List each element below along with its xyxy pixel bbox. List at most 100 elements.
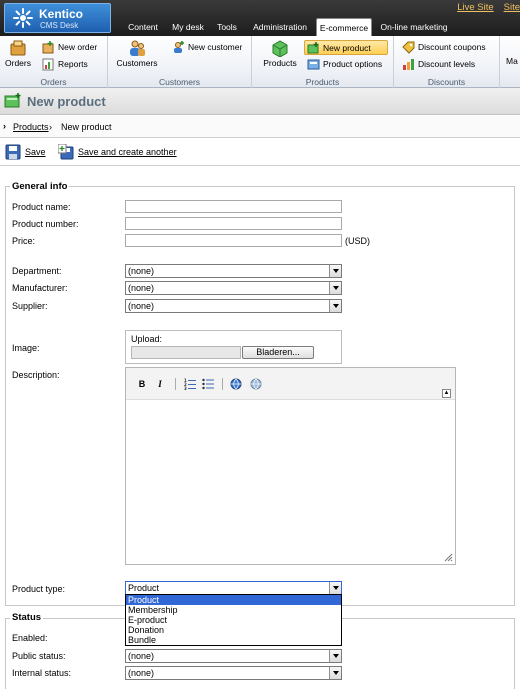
new-customer-icon <box>174 41 184 53</box>
bulleted-list-icon[interactable] <box>202 378 214 390</box>
new-customer-button[interactable]: New customer <box>170 40 245 55</box>
breadcrumb: › Products › New product <box>0 116 520 138</box>
chevron-down-icon[interactable] <box>329 282 341 294</box>
numbered-list-icon[interactable]: 123 <box>184 378 196 390</box>
anchor-icon[interactable] <box>250 378 262 390</box>
discount-coupons-label: Discount coupons <box>418 42 486 52</box>
new-product-icon <box>307 42 319 54</box>
products-icon <box>272 40 288 57</box>
product-number-label: Product number: <box>12 219 79 229</box>
product-type-option-bundle[interactable]: Bundle <box>126 635 341 645</box>
product-type-option-e-product[interactable]: E-product <box>126 615 341 625</box>
upload-file-field[interactable] <box>131 346 241 359</box>
live-site-link[interactable]: Live Site <box>457 2 493 13</box>
tab-on-line-marketing[interactable]: On-line marketing <box>378 18 450 36</box>
public-status-value: (none) <box>128 651 155 661</box>
discount-levels-label: Discount levels <box>418 59 476 69</box>
kentico-logo-icon <box>13 8 33 28</box>
tab-content[interactable]: Content <box>122 18 164 36</box>
svg-text:3: 3 <box>184 386 187 390</box>
breadcrumb-separator: › <box>49 122 52 132</box>
discount-levels-icon <box>403 59 414 70</box>
product-options-icon <box>307 59 320 70</box>
chevron-down-icon[interactable] <box>329 582 341 594</box>
product-name-input[interactable] <box>125 200 342 213</box>
product-number-input[interactable] <box>125 217 342 230</box>
internal-status-select[interactable]: (none) <box>125 666 342 680</box>
italic-button[interactable]: I <box>154 378 166 390</box>
product-type-option-membership[interactable]: Membership <box>126 605 341 615</box>
general-info-legend: General info <box>10 181 70 192</box>
description-label: Description: <box>12 370 60 380</box>
product-type-label: Product type: <box>12 584 66 594</box>
tab-e-commerce[interactable]: E-commerce <box>316 18 372 36</box>
manufacturer-select[interactable]: (none) <box>125 281 342 295</box>
manufacturer-value: (none) <box>128 283 155 293</box>
chevron-down-icon[interactable] <box>329 265 341 277</box>
kentico-logo[interactable]: Kentico CMS Desk <box>4 3 111 33</box>
reports-button[interactable]: Reports <box>40 57 91 72</box>
tab-administration[interactable]: Administration <box>248 18 312 36</box>
breadcrumb-link-products[interactable]: Products <box>13 122 49 132</box>
department-select[interactable]: (none) <box>125 264 342 278</box>
product-type-value: Product <box>128 583 160 593</box>
new-order-button[interactable]: New order <box>40 40 100 55</box>
product-type-option-donation[interactable]: Donation <box>126 625 341 635</box>
ribbon-group-products: Products New product Product options Pro… <box>252 36 394 88</box>
products-button[interactable]: Products <box>260 39 300 68</box>
resize-grip-icon[interactable] <box>444 553 453 562</box>
collapse-toolbar-icon[interactable]: ▲ <box>442 389 451 398</box>
more-button[interactable]: Ma <box>506 56 520 66</box>
chevron-down-icon[interactable] <box>329 667 341 679</box>
site-link[interactable]: Site <box>504 2 520 13</box>
ribbon-group-label-discounts: Discounts <box>427 77 466 87</box>
discount-levels-button[interactable]: Discount levels <box>400 57 478 72</box>
insert-link-icon[interactable] <box>230 378 242 390</box>
image-upload-box: Upload: Bladeren... <box>125 330 342 364</box>
product-type-dropdown-list: Product Membership E-product Donation Bu… <box>125 594 342 646</box>
description-textarea[interactable] <box>126 400 455 564</box>
department-label: Department: <box>12 266 62 276</box>
product-type-option-product[interactable]: Product <box>126 595 341 605</box>
breadcrumb-chevron-icon: › <box>3 121 6 131</box>
supplier-select[interactable]: (none) <box>125 299 342 313</box>
customers-button[interactable]: Customers <box>114 39 160 68</box>
orders-button[interactable]: Orders <box>2 39 34 68</box>
bold-button[interactable]: B <box>136 378 148 390</box>
save-and-create-icon <box>58 144 74 160</box>
supplier-label: Supplier: <box>12 301 48 311</box>
editor-toolbar: B I 123 ▲ <box>126 368 455 400</box>
new-product-button[interactable]: New product <box>304 40 388 55</box>
ribbon-group-label-products: Products <box>305 77 340 87</box>
logo-brand: Kentico <box>39 7 84 21</box>
price-input[interactable] <box>125 234 342 247</box>
toolbar-divider <box>175 378 176 390</box>
image-label: Image: <box>12 343 40 353</box>
upload-label: Upload: <box>131 334 163 344</box>
customers-icon <box>130 40 145 56</box>
orders-icon <box>10 40 26 56</box>
new-order-icon <box>42 41 54 54</box>
reports-label: Reports <box>58 59 88 69</box>
tab-tools[interactable]: Tools <box>214 18 240 36</box>
chevron-down-icon[interactable] <box>329 300 341 312</box>
product-options-button[interactable]: Product options <box>305 57 385 72</box>
ribbon-group-orders: Orders New order Reports Orders <box>0 36 108 88</box>
status-legend: Status <box>10 612 44 623</box>
toolbar-divider <box>222 378 223 390</box>
new-product-title-icon <box>4 93 21 108</box>
tab-my-desk[interactable]: My desk <box>168 18 208 36</box>
new-customer-label: New customer <box>188 42 243 52</box>
top-bar: Kentico CMS Desk Live Site Site Content M… <box>0 0 520 36</box>
discount-coupons-icon <box>402 41 415 54</box>
public-status-select[interactable]: (none) <box>125 649 342 663</box>
chevron-down-icon[interactable] <box>329 650 341 662</box>
price-label: Price: <box>12 236 36 246</box>
supplier-value: (none) <box>128 301 155 311</box>
new-product-label: New product <box>323 43 371 53</box>
product-type-select[interactable]: Product <box>125 581 342 595</box>
browse-button[interactable]: Bladeren... <box>242 346 314 359</box>
products-label: Products <box>263 58 297 68</box>
discount-coupons-button[interactable]: Discount coupons <box>400 40 489 55</box>
enabled-label: Enabled: <box>12 633 48 643</box>
